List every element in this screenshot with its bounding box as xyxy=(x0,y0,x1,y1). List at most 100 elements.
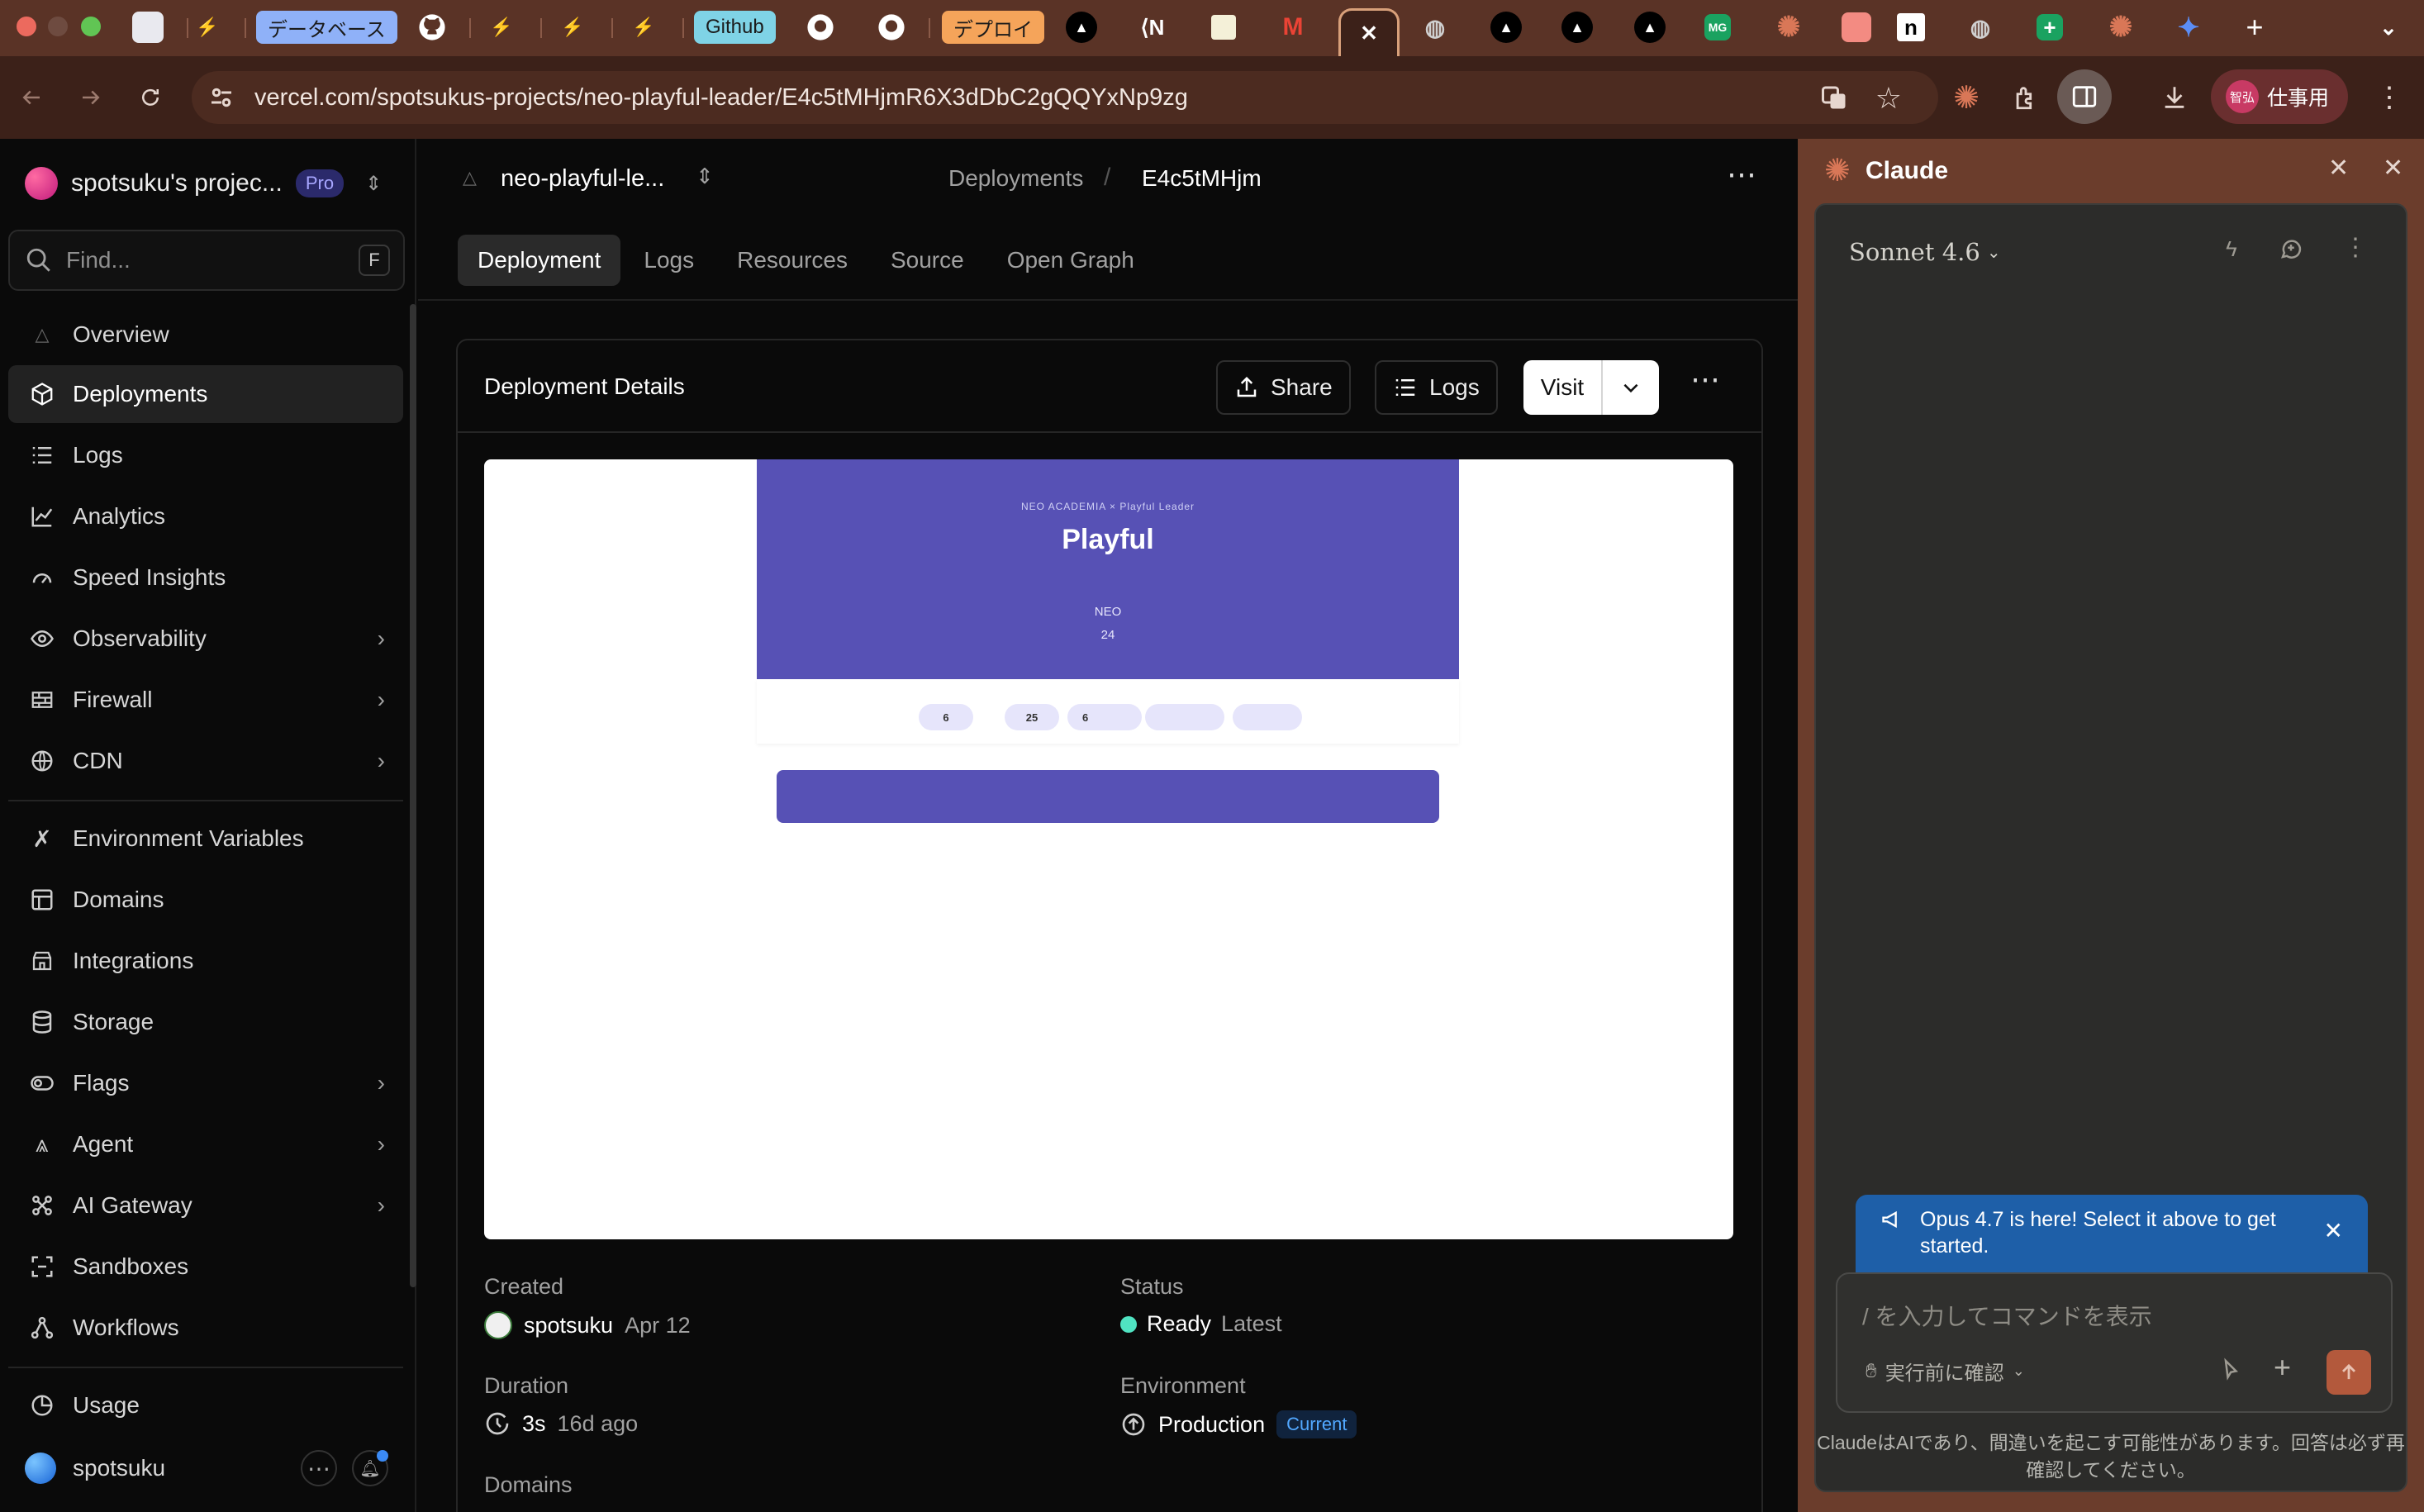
sidebar-item-firewall[interactable]: Firewall › xyxy=(8,671,403,729)
tab-gmail[interactable]: M xyxy=(1274,8,1312,46)
tab-github-3[interactable] xyxy=(872,8,910,46)
tab-pink[interactable] xyxy=(1837,8,1875,46)
find-search-input[interactable]: Find... F xyxy=(8,230,405,291)
maximize-window-button[interactable] xyxy=(81,17,101,36)
sidebar-item-domains[interactable]: Domains xyxy=(8,871,403,929)
profile-button[interactable]: 智弘 仕事用 xyxy=(2211,69,2348,124)
side-panel-icon[interactable] xyxy=(2057,69,2112,124)
tab-group-deploy[interactable]: デプロイ xyxy=(942,8,1044,46)
sidebar-item-speed-insights[interactable]: Speed Insights xyxy=(8,549,403,606)
created-user[interactable]: spotsuku xyxy=(524,1313,613,1338)
tab-blank[interactable] xyxy=(129,8,167,46)
back-button[interactable] xyxy=(12,78,51,117)
tab-supabase-3[interactable]: ⚡ xyxy=(554,8,592,46)
sidebar-item-flags[interactable]: Flags › xyxy=(8,1054,403,1112)
tab-group-database[interactable]: データベース xyxy=(256,8,397,46)
project-switcher[interactable]: neo-playful-le... xyxy=(501,165,664,193)
tab-vercel-1[interactable]: ▲ xyxy=(1062,8,1100,46)
sidebar-item-observability[interactable]: Observability › xyxy=(8,610,403,668)
logs-button[interactable]: Logs xyxy=(1375,360,1498,415)
sheets-icon: + xyxy=(2037,14,2063,40)
tab-supabase-4[interactable]: ⚡ xyxy=(625,8,663,46)
sidebar-item-workflows[interactable]: Workflows xyxy=(8,1299,403,1357)
tab-netlify[interactable]: ⟨N xyxy=(1134,8,1172,46)
tab-web-2[interactable]: ◍ xyxy=(1961,8,1999,46)
tab-github-2[interactable] xyxy=(801,8,839,46)
sidebar-scrollbar[interactable] xyxy=(410,304,416,1287)
tab-mg[interactable]: MG xyxy=(1699,8,1737,46)
user-menu[interactable]: spotsuku ⋯ 🔔︎ xyxy=(8,1439,403,1497)
prompt-input[interactable]: / を入力してコマンドを表示 ✋︎ 実行前に確認 ⌄ + xyxy=(1836,1272,2393,1413)
chevron-up-down-icon[interactable]: ⇕ xyxy=(696,164,714,189)
tab-resources[interactable]: Resources xyxy=(717,235,867,286)
breadcrumb-deployments[interactable]: Deployments xyxy=(948,165,1083,192)
claude-extension-icon[interactable]: ✺ xyxy=(1946,78,1986,117)
unpin-icon[interactable]: ✕︎ xyxy=(2328,154,2349,183)
lightning-icon[interactable]: ϟ xyxy=(2226,236,2237,262)
sidebar-item-ai-gateway[interactable]: AI Gateway › xyxy=(8,1177,403,1234)
card-more-icon[interactable]: ⋯ xyxy=(1690,362,1720,397)
more-options-icon[interactable]: ⋯ xyxy=(301,1450,337,1486)
tab-deployment[interactable]: Deployment xyxy=(458,235,621,286)
sidebar-item-storage[interactable]: Storage xyxy=(8,993,403,1051)
more-menu-icon[interactable]: ⋯ xyxy=(1727,157,1756,192)
tab-supabase-2[interactable]: ⚡ xyxy=(482,8,520,46)
visit-dropdown-chevron-icon[interactable] xyxy=(1603,360,1659,415)
tab-sheets[interactable]: + xyxy=(2031,8,2069,46)
tab-gemini[interactable]: ✦ xyxy=(2170,8,2208,46)
sidebar-item-environment-variables[interactable]: ✗ Environment Variables xyxy=(8,810,403,868)
sidebar-item-sandboxes[interactable]: Sandboxes xyxy=(8,1238,403,1296)
sidebar-item-overview[interactable]: △ Overview xyxy=(8,306,403,364)
tab-source[interactable]: Source xyxy=(871,235,984,286)
tab-logs[interactable]: Logs xyxy=(624,235,714,286)
tab-claude-2[interactable]: ✺ xyxy=(2102,8,2140,46)
close-tab-icon[interactable]: ✕ xyxy=(1353,18,1385,50)
tab-open-graph[interactable]: Open Graph xyxy=(987,235,1154,286)
deployment-preview-screenshot[interactable]: NEO ACADEMIA × Playful Leader Playful NE… xyxy=(484,459,1733,1239)
tab-vercel-2[interactable]: ▲ xyxy=(1487,8,1525,46)
sidebar-item-analytics[interactable]: Analytics xyxy=(8,487,403,545)
visit-button[interactable]: Visit xyxy=(1523,360,1603,415)
chat-options-icon[interactable]: ⋮ xyxy=(2343,233,2368,262)
address-bar[interactable]: vercel.com/spotsukus-projects/neo-playfu… xyxy=(192,71,1938,124)
team-switcher[interactable]: spotsuku's projec... Pro ⇕ xyxy=(25,167,382,200)
permission-mode-select[interactable]: ✋︎ 実行前に確認 ⌄ xyxy=(1866,1357,2025,1386)
bookmark-star-icon[interactable]: ☆ xyxy=(1875,81,1902,116)
close-panel-icon[interactable]: ✕ xyxy=(2383,154,2403,183)
translate-icon[interactable] xyxy=(1819,83,1849,112)
extensions-icon[interactable] xyxy=(2006,78,2046,117)
model-selector[interactable]: Sonnet 4.6 ⌄ xyxy=(1849,238,2001,266)
tab-supabase-1[interactable]: ⚡ xyxy=(188,8,226,46)
attach-plus-icon[interactable]: + xyxy=(2274,1350,2291,1385)
tab-web-1[interactable]: ◍ xyxy=(1416,8,1454,46)
sidebar-item-deployments[interactable]: Deployments xyxy=(8,365,403,423)
tab-vercel-4[interactable]: ▲ xyxy=(1631,8,1669,46)
download-icon[interactable] xyxy=(2155,78,2194,117)
close-window-button[interactable] xyxy=(17,17,36,36)
tab-github-1[interactable] xyxy=(413,8,451,46)
sidebar-item-cdn[interactable]: CDN › xyxy=(8,732,403,790)
share-button[interactable]: Share xyxy=(1216,360,1351,415)
sidebar-item-integrations[interactable]: Integrations xyxy=(8,932,403,990)
reload-button[interactable] xyxy=(131,78,170,117)
sidebar-item-agent[interactable]: ⩓ Agent › xyxy=(8,1115,403,1173)
new-chat-icon[interactable] xyxy=(2279,236,2303,261)
sidebar-item-usage[interactable]: Usage xyxy=(8,1376,403,1434)
tab-vercel-3[interactable]: ▲ xyxy=(1558,8,1596,46)
tab-claude-1[interactable]: ✺ xyxy=(1770,8,1808,46)
tab-notes[interactable] xyxy=(1205,8,1243,46)
tab-group-github[interactable]: Github xyxy=(694,8,776,46)
tab-notion[interactable]: n xyxy=(1892,8,1930,46)
forward-button[interactable] xyxy=(71,78,111,117)
notifications-icon[interactable]: 🔔︎ xyxy=(352,1450,388,1486)
sidebar-item-logs[interactable]: Logs xyxy=(8,426,403,484)
send-button[interactable] xyxy=(2327,1350,2371,1395)
minimize-window-button[interactable] xyxy=(48,17,68,36)
dismiss-notice-icon[interactable]: ✕ xyxy=(2324,1218,2343,1244)
tab-search-button[interactable]: ⌄ xyxy=(2369,8,2407,46)
new-tab-button[interactable]: + xyxy=(2236,8,2274,46)
browser-menu-icon[interactable]: ⋮ xyxy=(2369,78,2409,117)
tab-current-vercel[interactable]: ✕ xyxy=(1338,8,1400,56)
cursor-select-icon[interactable] xyxy=(2217,1357,2242,1381)
site-settings-icon[interactable] xyxy=(207,83,236,112)
